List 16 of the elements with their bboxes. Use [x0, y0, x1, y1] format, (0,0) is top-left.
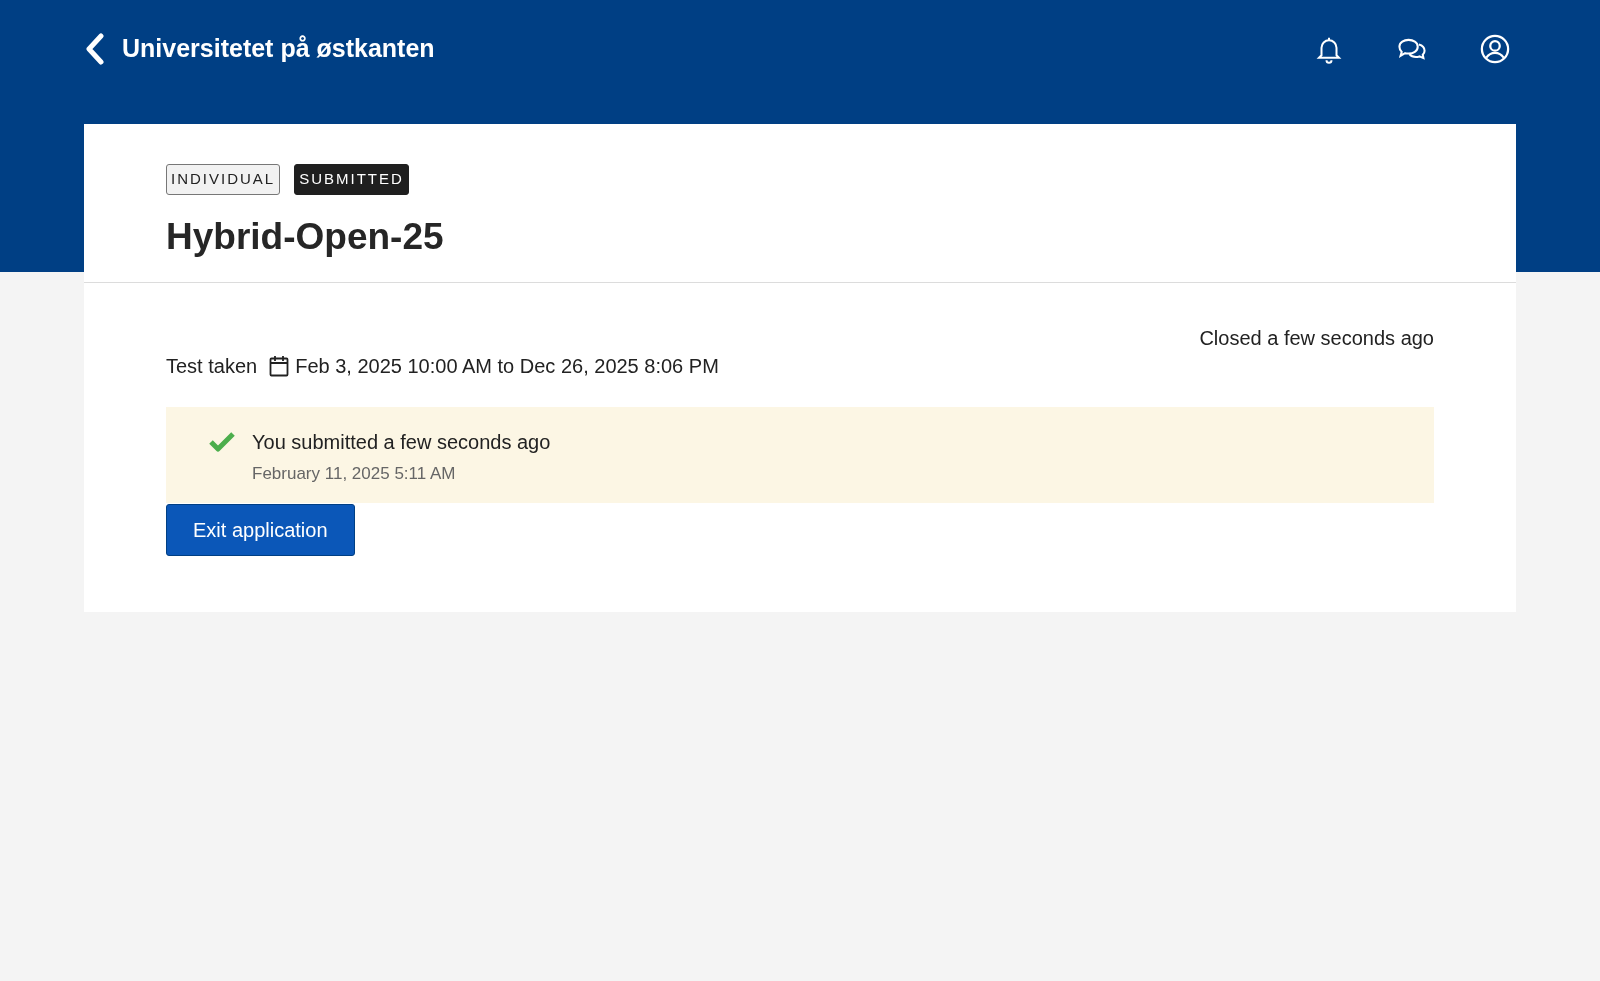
- check-icon: [208, 431, 236, 453]
- account-button[interactable]: [1480, 34, 1510, 64]
- test-dates: Feb 3, 2025 10:00 AM to Dec 26, 2025 8:06 PM: [295, 354, 719, 379]
- status-tag: INDIVIDUAL: [166, 164, 281, 195]
- closed-status: Closed a few seconds ago: [1199, 326, 1434, 351]
- exit-application-button[interactable]: Exit application: [166, 504, 355, 556]
- test-title: Hybrid-Open-25: [166, 214, 445, 259]
- calendar-icon: [269, 355, 290, 377]
- back-icon: [84, 33, 106, 65]
- user-icon: [1480, 34, 1510, 64]
- test-taken-label: Test taken: [166, 354, 258, 379]
- header-title: Universitetet på østkanten: [122, 33, 435, 65]
- status-tag: SUBMITTED: [294, 164, 409, 195]
- back-button[interactable]: [84, 33, 106, 65]
- notice-timestamp: February 11, 2025 5:11 AM: [252, 463, 457, 485]
- notice-message: You submitted a few seconds ago: [252, 430, 551, 455]
